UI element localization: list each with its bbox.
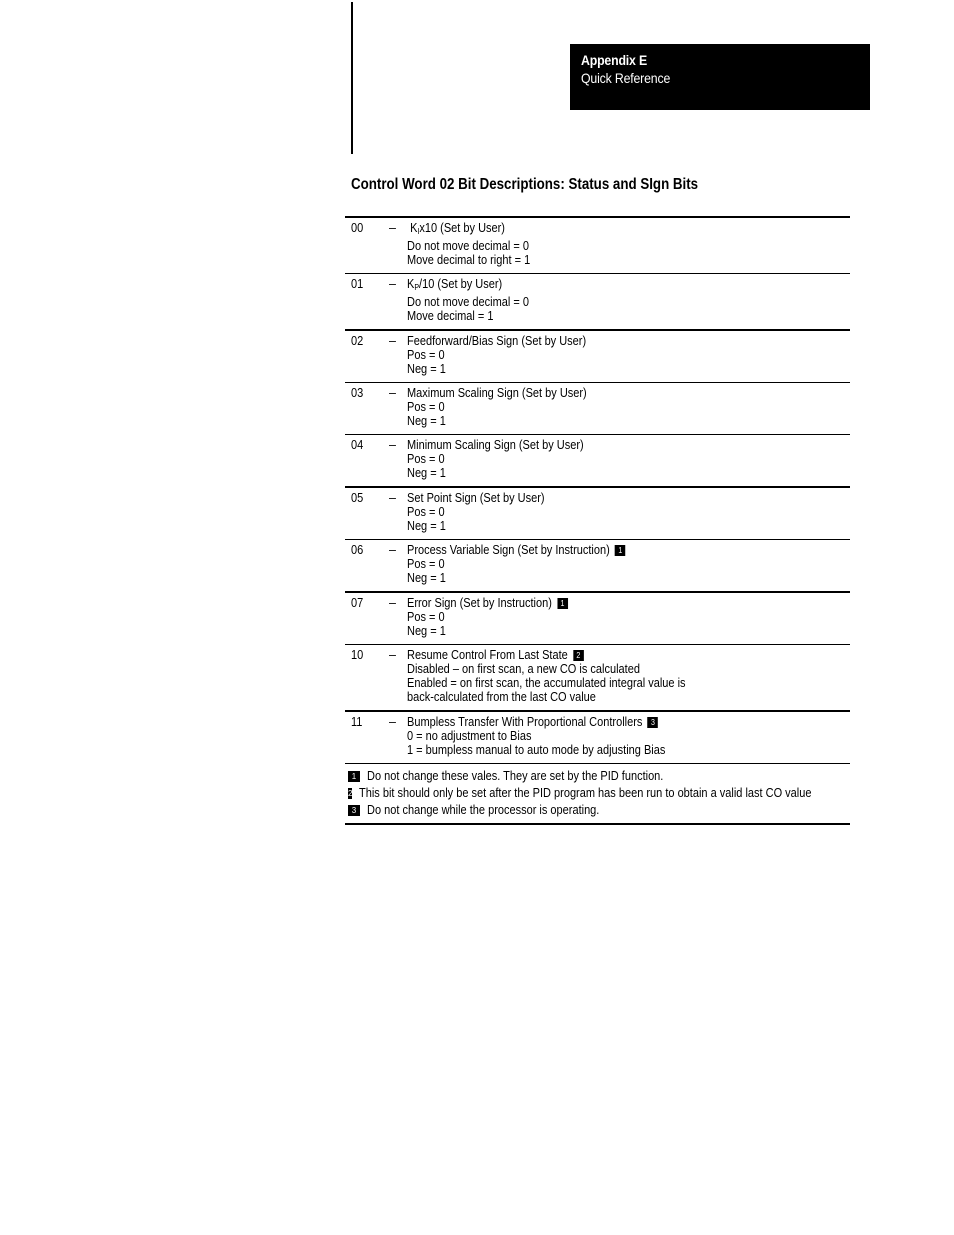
footnote: 2 This bit should only be set after the … [345,785,850,802]
table-row: 07 – Error Sign (Set by Instruction) 1 Po… [345,591,850,644]
bit-number: 01 [351,277,364,291]
footnote-text: This bit should only be set after the PI… [359,786,812,800]
footnote: 1 Do not change these vales. They are se… [345,768,850,785]
bit-value-line: Disabled – on first scan, a new CO is ca… [407,662,640,676]
section-label: Quick Reference [581,70,671,86]
heading-text: Error Sign (Set by Instruction) [407,596,552,610]
footnote-marker-icon: 3 [647,717,659,728]
bit-heading: KP/10 (Set by User) [407,277,797,295]
bit-value-line: Do not move decimal = 0 [407,295,529,309]
dash: – [389,648,396,662]
appendix-label: Appendix E [581,52,648,68]
bit-description: Error Sign (Set by Instruction) 1 Pos = 0… [407,596,850,638]
footnote-marker-icon: 3 [348,805,360,816]
table-row: 00 – KIx10 (Set by User) Do not move dec… [345,216,850,273]
footnote-marker-icon: 2 [348,788,353,799]
table-row: 01 – KP/10 (Set by User) Do not move dec… [345,273,850,329]
heading-text: Bumpless Transfer With Proportional Cont… [407,715,643,729]
footnote-text: Do not change while the processor is ope… [367,803,600,817]
dash: – [389,491,396,505]
bit-description-table: 00 – KIx10 (Set by User) Do not move dec… [345,216,850,825]
bit-heading: Error Sign (Set by Instruction) 1 [407,596,797,610]
bit-number: 00 [351,221,364,235]
footnote-marker-icon: 1 [615,545,626,556]
bit-value-line: Pos = 0 [407,452,445,466]
bit-heading: Feedforward/Bias Sign (Set by User) [407,334,587,348]
bit-heading: Bumpless Transfer With Proportional Cont… [407,715,797,729]
footnotes: 1 Do not change these vales. They are se… [345,763,850,825]
bit-number: 11 [351,715,363,729]
dash: – [389,596,396,610]
dash: – [389,386,396,400]
bit-value-line: 1 = bumpless manual to auto mode by adju… [407,743,666,757]
bit-number: 10 [351,648,364,662]
heading-text: Process Variable Sign (Set by Instructio… [407,543,610,557]
bit-value-line: Neg = 1 [407,362,446,376]
bit-number: 06 [351,543,364,557]
footnote-marker-icon: 1 [348,771,360,782]
bit-value-line: Pos = 0 [407,610,445,624]
dash: – [389,543,396,557]
table-row: 04 – Minimum Scaling Sign (Set by User) … [345,434,850,486]
table-row: 10 – Resume Control From Last State 2 Dis… [345,644,850,710]
heading-suffix: /10 (Set by User) [419,277,503,291]
bit-description: KIx10 (Set by User) Do not move decimal … [407,221,850,267]
bit-value-line: Pos = 0 [407,557,445,571]
page-title: Control Word 02 Bit Descriptions: Status… [351,176,699,193]
bit-number: 04 [351,438,364,452]
bit-value-line: Neg = 1 [407,519,446,533]
bit-description: Process Variable Sign (Set by Instructio… [407,543,850,585]
heading-prefix: K [410,221,418,235]
bit-description: Resume Control From Last State 2 Disabled… [407,648,850,704]
bit-description: Minimum Scaling Sign (Set by User) Pos =… [407,438,850,480]
dash: – [389,221,396,235]
table-row: 03 – Maximum Scaling Sign (Set by User) … [345,382,850,434]
footnote-marker-icon: 1 [557,598,568,609]
table-row: 02 – Feedforward/Bias Sign (Set by User)… [345,329,850,382]
bit-number: 02 [351,334,364,348]
bit-value-line: Neg = 1 [407,571,446,585]
bit-value-line: Move decimal = 1 [407,309,494,323]
dash: – [389,715,396,729]
bit-value-line: Pos = 0 [407,505,445,519]
footnote: 3 Do not change while the processor is o… [345,802,850,819]
section-header: Appendix E Quick Reference [570,44,870,110]
bit-description: Maximum Scaling Sign (Set by User) Pos =… [407,386,850,428]
bit-value-line: Neg = 1 [407,624,446,638]
footnote-text: Do not change these vales. They are set … [367,769,664,783]
bit-heading: Resume Control From Last State 2 [407,648,797,662]
table-row: 06 – Process Variable Sign (Set by Instr… [345,539,850,591]
bit-value-line: 0 = no adjustment to Bias [407,729,532,743]
dash: – [389,334,396,348]
bit-value-line: Enabled = on first scan, the accumulated… [407,676,686,690]
dash: – [389,277,396,291]
bit-number: 07 [351,596,364,610]
bit-value-line: Neg = 1 [407,466,446,480]
bit-description: Bumpless Transfer With Proportional Cont… [407,715,850,757]
bit-value-line: Neg = 1 [407,414,446,428]
bit-heading: KIx10 (Set by User) [407,221,797,239]
bit-heading: Maximum Scaling Sign (Set by User) [407,386,587,400]
heading-suffix: x10 (Set by User) [419,221,505,235]
bit-number: 03 [351,386,364,400]
footnote-marker-icon: 2 [573,650,584,661]
table-row: 11 – Bumpless Transfer With Proportional… [345,710,850,763]
heading-text: Resume Control From Last State [407,648,568,662]
bit-description: KP/10 (Set by User) Do not move decimal … [407,277,850,323]
bit-value-line: Pos = 0 [407,400,445,414]
bit-value-line: Move decimal to right = 1 [407,253,531,267]
bit-heading: Set Point Sign (Set by User) [407,491,545,505]
bit-description: Set Point Sign (Set by User) Pos = 0 Neg… [407,491,850,533]
bit-value-line: Do not move decimal = 0 [407,239,529,253]
bit-value-line: Pos = 0 [407,348,445,362]
table-row: 05 – Set Point Sign (Set by User) Pos = … [345,486,850,539]
bit-heading: Process Variable Sign (Set by Instructio… [407,543,797,557]
bit-heading: Minimum Scaling Sign (Set by User) [407,438,584,452]
bit-description: Feedforward/Bias Sign (Set by User) Pos … [407,334,850,376]
margin-rule [351,2,353,154]
bit-number: 05 [351,491,364,505]
bit-value-line: back-calculated from the last CO value [407,690,596,704]
dash: – [389,438,396,452]
